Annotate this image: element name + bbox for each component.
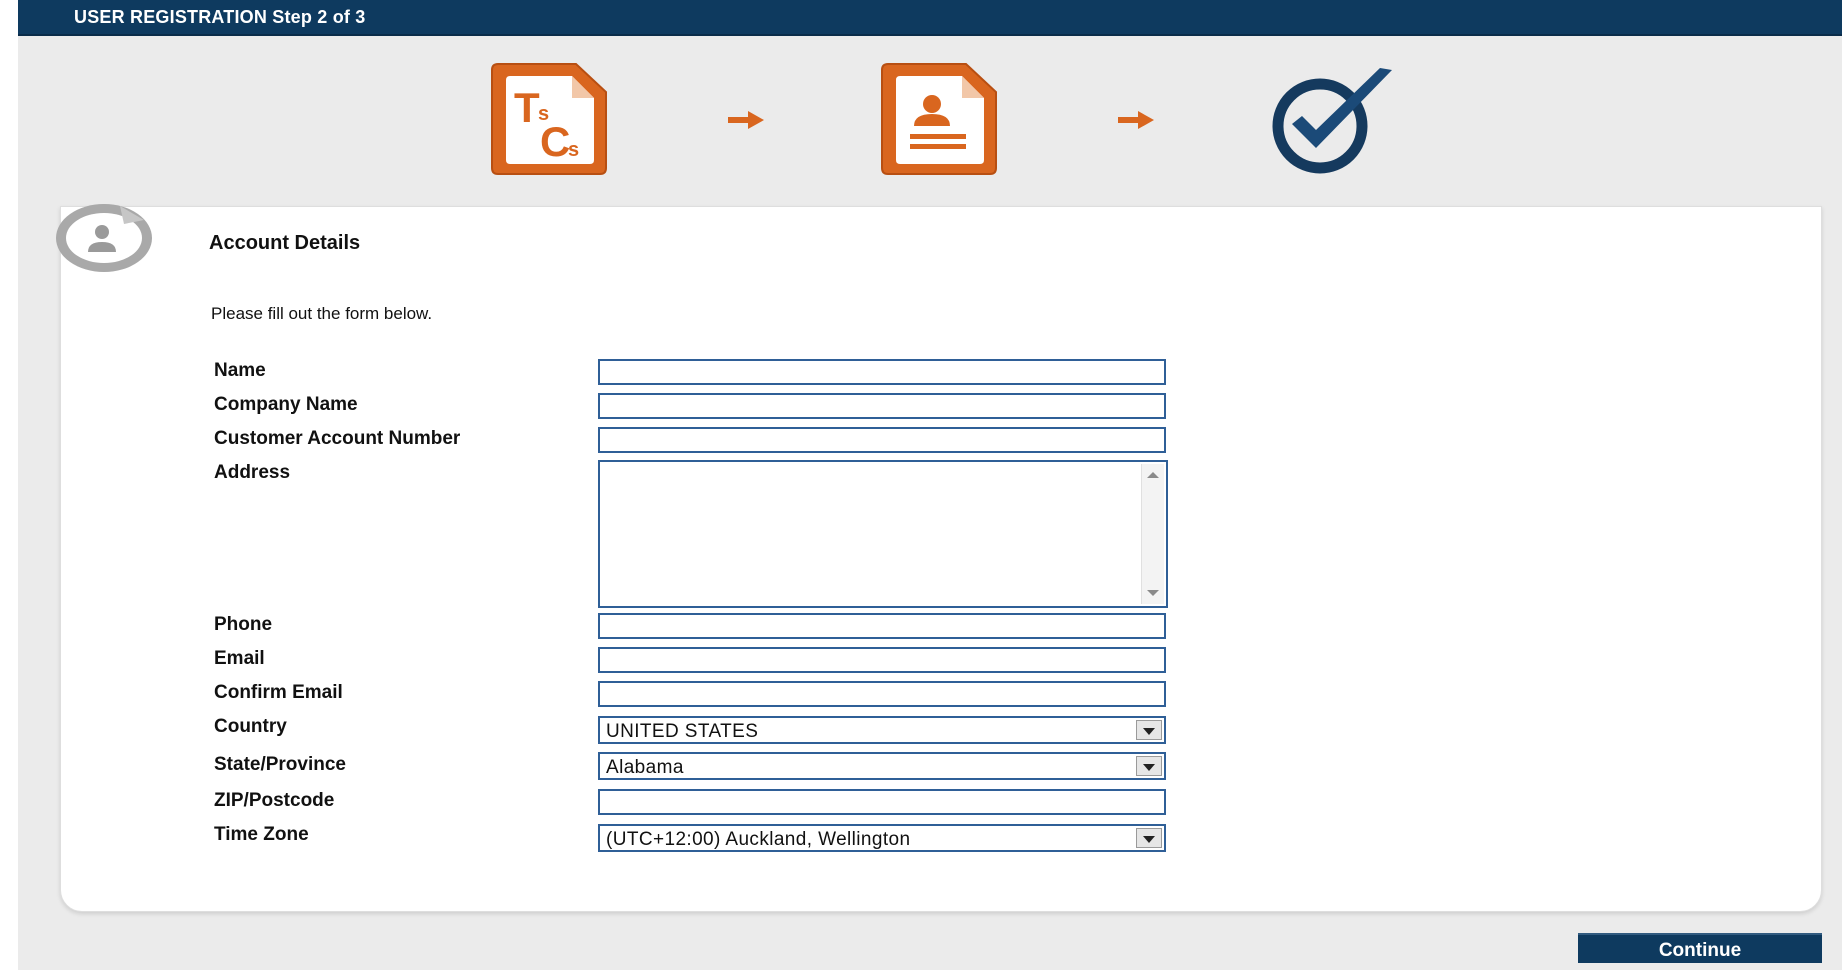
- title-bar: USER REGISTRATION Step 2 of 3: [18, 0, 1842, 36]
- company-name-label: Company Name: [214, 394, 358, 415]
- country-label: Country: [214, 716, 287, 737]
- scroll-up-icon[interactable]: [1147, 472, 1159, 478]
- time-zone-selected-value: (UTC+12:00) Auckland, Wellington: [606, 829, 911, 850]
- svg-text:C: C: [540, 118, 570, 165]
- time-zone-select[interactable]: (UTC+12:00) Auckland, Wellington: [598, 824, 1166, 852]
- arrow-right-icon: [728, 111, 764, 129]
- zip-postcode-label: ZIP/Postcode: [214, 790, 335, 811]
- address-scrollbar[interactable]: [1141, 464, 1164, 604]
- registration-page: USER REGISTRATION Step 2 of 3 T s C s Ac…: [0, 0, 1842, 970]
- name-input[interactable]: [598, 359, 1166, 385]
- state-province-select[interactable]: Alabama: [598, 752, 1166, 780]
- phone-input[interactable]: [598, 613, 1166, 639]
- section-title: Account Details: [209, 232, 361, 254]
- confirm-email-input[interactable]: [598, 681, 1166, 707]
- customer-account-number-input[interactable]: [598, 427, 1166, 453]
- checkmark-icon: [1272, 68, 1392, 174]
- time-zone-label: Time Zone: [214, 824, 309, 845]
- country-selected-value: UNITED STATES: [606, 721, 759, 742]
- user-section-icon: [56, 204, 152, 272]
- svg-text:T: T: [514, 84, 540, 131]
- email-label: Email: [214, 648, 265, 669]
- name-label: Name: [214, 360, 266, 381]
- company-name-input[interactable]: [598, 393, 1166, 419]
- customer-account-number-label: Customer Account Number: [214, 428, 461, 449]
- email-input[interactable]: [598, 647, 1166, 673]
- svg-text:s: s: [568, 139, 579, 161]
- address-textarea[interactable]: [598, 460, 1168, 608]
- chevron-down-icon[interactable]: [1136, 720, 1162, 740]
- page-title: USER REGISTRATION Step 2 of 3: [74, 7, 366, 27]
- chevron-down-icon[interactable]: [1136, 756, 1162, 776]
- state-province-selected-value: Alabama: [606, 757, 684, 778]
- zip-postcode-input[interactable]: [598, 789, 1166, 815]
- scroll-down-icon[interactable]: [1147, 590, 1159, 596]
- form-instructions: Please fill out the form below.: [211, 304, 433, 323]
- user-form-icon: [881, 63, 997, 175]
- terms-and-conditions-icon: T s C s: [491, 63, 607, 175]
- country-select[interactable]: UNITED STATES: [598, 716, 1166, 744]
- phone-label: Phone: [214, 614, 273, 635]
- address-label: Address: [214, 462, 291, 483]
- chevron-down-icon[interactable]: [1136, 828, 1162, 848]
- arrow-right-icon: [1118, 111, 1154, 129]
- confirm-email-label: Confirm Email: [214, 682, 343, 703]
- continue-button[interactable]: Continue: [1578, 933, 1822, 963]
- state-province-label: State/Province: [214, 754, 346, 775]
